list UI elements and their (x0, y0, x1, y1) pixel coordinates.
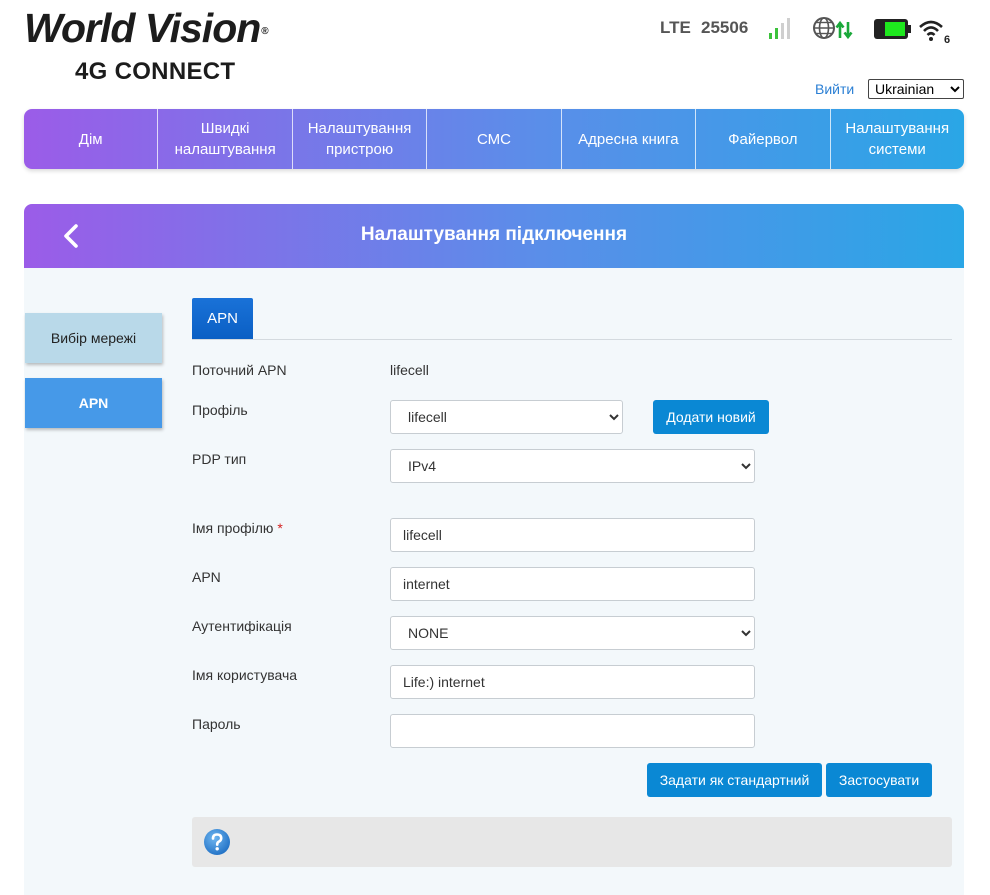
profile-name-label: Імя профілю * (192, 520, 283, 536)
panel-body: Вибір мережі APN APN Поточний APN lifece… (24, 268, 964, 895)
tab-divider (192, 339, 952, 340)
wifi-icon: 6 (919, 20, 950, 44)
page-title: Налаштування підключення (360, 224, 628, 245)
sidebar-item-network-selection[interactable]: Вибір мережі (25, 313, 162, 363)
globe-data-icon (813, 17, 853, 40)
username-input[interactable] (390, 665, 755, 699)
apn-input[interactable] (390, 567, 755, 601)
help-question-icon[interactable] (203, 828, 231, 856)
main-nav: Дім Швидкі налаштування Налаштування при… (24, 109, 964, 169)
pdp-type-label: PDP тип (192, 451, 247, 467)
auth-label: Аутентифікація (192, 618, 292, 634)
network-code: 25506 (701, 18, 749, 37)
profile-select[interactable]: lifecell (390, 400, 623, 434)
nav-item-quick-setup[interactable]: Швидкі налаштування (158, 109, 293, 169)
username-label: Імя користувача (192, 667, 298, 683)
nav-item-home[interactable]: Дім (24, 109, 159, 169)
auth-select[interactable]: NONE (390, 616, 755, 650)
profile-label: Профіль (192, 402, 248, 418)
password-input[interactable] (390, 714, 755, 748)
add-profile-button[interactable]: Додати новий (653, 400, 769, 434)
profile-name-input[interactable] (390, 518, 755, 552)
nav-item-address-book[interactable]: Адресна книга (562, 109, 697, 169)
current-apn-value: lifecell (390, 362, 429, 378)
apn-label: APN (192, 569, 221, 585)
status-bar: LTE 25506 6 (660, 14, 960, 44)
brand-name: World Vision® (24, 5, 269, 51)
current-apn-label: Поточний APN (192, 362, 287, 378)
nav-item-firewall[interactable]: Файервол (696, 109, 831, 169)
panel-header: Налаштування підключення (24, 204, 964, 268)
apply-button[interactable]: Застосувати (826, 763, 932, 797)
password-label: Пароль (192, 716, 241, 732)
signal-bars-icon (769, 18, 790, 39)
set-default-button[interactable]: Задати як стандартний (647, 763, 822, 797)
sidebar-item-apn[interactable]: APN (25, 378, 162, 428)
pdp-type-select[interactable]: IPv4 (390, 449, 755, 483)
nav-item-system-settings[interactable]: Налаштування системи (831, 109, 964, 169)
brand-subtitle: 4G CONNECT (75, 58, 236, 85)
language-select[interactable]: Ukrainian (868, 79, 964, 99)
tab-apn[interactable]: APN (192, 298, 253, 339)
nav-item-sms[interactable]: СМС (427, 109, 562, 169)
registered-mark: ® (261, 26, 268, 37)
required-mark: * (277, 520, 283, 536)
help-bar (192, 817, 952, 867)
battery-icon (874, 19, 911, 39)
brand-logo: World Vision® 4G CONNECT (24, 5, 269, 85)
logout-link[interactable]: Вийти (815, 81, 854, 97)
nav-item-device-settings[interactable]: Налаштування пристрою (293, 109, 428, 169)
wifi-clients-count: 6 (944, 34, 950, 44)
network-type: LTE (660, 18, 691, 37)
